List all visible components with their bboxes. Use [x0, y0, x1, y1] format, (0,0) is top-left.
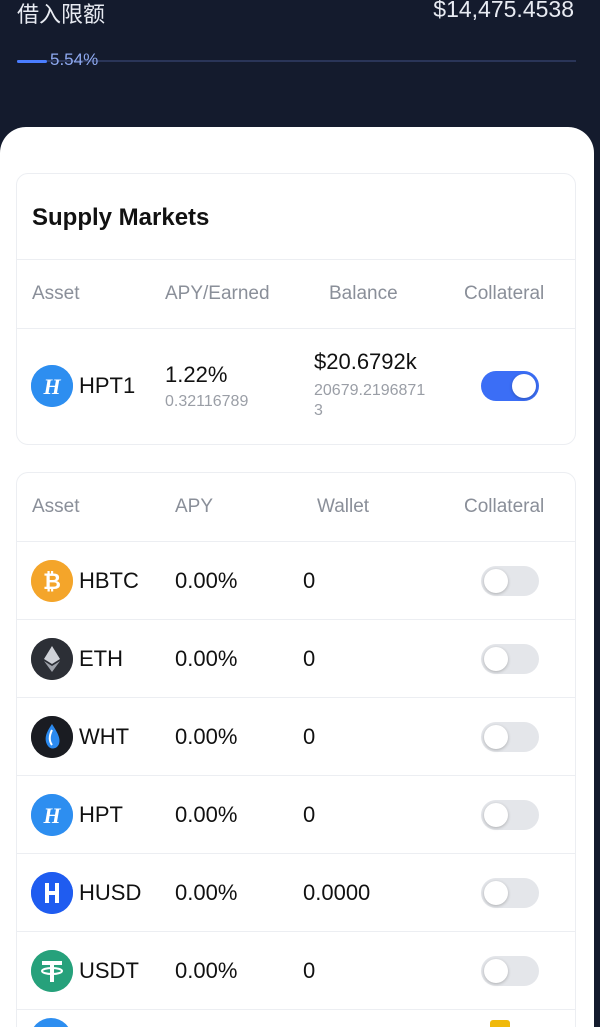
hpt-logo-icon: H	[31, 365, 73, 407]
all-markets-card: Asset APY Wallet Collateral ₿ HBTC 0.00%…	[16, 472, 576, 1027]
header-apy-earned: APY/Earned	[165, 283, 270, 304]
toggle-knob	[484, 569, 508, 593]
collateral-toggle[interactable]	[481, 644, 539, 674]
header-collateral: Collateral	[464, 283, 545, 304]
asset-symbol: WHT	[79, 724, 130, 749]
eth-logo-icon	[31, 638, 73, 680]
supply-earned: 0.32116789	[165, 393, 249, 410]
asset-wallet: 0.0000	[303, 880, 371, 905]
header-apy: APY	[175, 496, 214, 517]
supply-markets-title: Supply Markets	[17, 174, 575, 260]
wht-logo-icon	[31, 716, 73, 758]
collateral-toggle[interactable]	[481, 800, 539, 830]
asset-symbol: USDT	[79, 958, 139, 983]
toggle-knob	[484, 647, 508, 671]
collateral-toggle[interactable]	[481, 566, 539, 596]
borrow-limit-progress-fill	[17, 59, 47, 63]
market-row-hpt[interactable]: H HPT 0.00% 0	[17, 776, 575, 854]
asset-apy: 0.00%	[175, 646, 238, 671]
asset-apy: 0.00%	[175, 802, 238, 827]
husd-logo-icon	[31, 872, 73, 914]
asset-wallet: 0	[303, 646, 316, 671]
collateral-toggle[interactable]	[481, 956, 539, 986]
asset-symbol: HUSD	[79, 880, 142, 905]
next-row-peek	[0, 1008, 560, 1027]
svg-text:H: H	[42, 374, 61, 399]
supply-row-hpt1[interactable]: H HPT1 1.22% 0.32116789 $20.6792k 20679.…	[17, 329, 575, 444]
collateral-toggle[interactable]	[481, 371, 539, 401]
header-asset: Asset	[32, 283, 80, 304]
market-row-usdt[interactable]: USDT 0.00% 0	[17, 932, 575, 1010]
toggle-knob	[512, 374, 536, 398]
asset-apy: 0.00%	[175, 958, 238, 983]
asset-wallet: 0	[303, 724, 316, 749]
asset-symbol: HBTC	[79, 568, 139, 593]
borrow-limit-progress-track	[17, 60, 576, 62]
svg-text:H: H	[42, 803, 61, 828]
header-collateral: Collateral	[464, 496, 545, 517]
asset-symbol: HPT	[79, 802, 123, 827]
borrow-limit-value: $14,475.4538	[433, 0, 574, 22]
supply-apy: 1.22%	[165, 362, 228, 387]
market-row-hbtc[interactable]: ₿ HBTC 0.00% 0	[17, 542, 575, 620]
toggle-knob	[484, 725, 508, 749]
header-balance: Balance	[329, 283, 398, 304]
supply-balance-raw: 20679.2196871 3	[314, 382, 426, 419]
borrow-limit-label: 借入限额	[17, 2, 106, 27]
hbtc-logo-icon: ₿	[31, 560, 73, 602]
market-row-wht[interactable]: WHT 0.00% 0	[17, 698, 575, 776]
supply-markets-card: Supply Markets Asset APY/Earned Balance …	[16, 173, 576, 445]
header-wallet: Wallet	[317, 496, 370, 517]
hpt-logo-icon: H	[31, 794, 73, 836]
next-coin-icon	[30, 1018, 72, 1027]
usdt-logo-icon	[31, 950, 73, 992]
header-asset: Asset	[32, 496, 80, 517]
asset-symbol: ETH	[79, 646, 123, 671]
borrow-limit-percent: 5.54%	[50, 50, 99, 69]
asset-apy: 0.00%	[175, 724, 238, 749]
next-badge-icon	[490, 1020, 510, 1027]
all-markets-header: Asset APY Wallet Collateral	[17, 473, 575, 542]
asset-symbol: HPT1	[79, 373, 136, 398]
market-row-husd[interactable]: HUSD 0.00% 0.0000	[17, 854, 575, 932]
toggle-knob	[484, 959, 508, 983]
supply-balance: $20.6792k	[314, 349, 417, 374]
supply-markets-header: Asset APY/Earned Balance Collateral	[17, 260, 575, 329]
toggle-knob	[484, 803, 508, 827]
asset-apy: 0.00%	[175, 880, 238, 905]
asset-wallet: 0	[303, 802, 316, 827]
asset-wallet: 0	[303, 958, 316, 983]
svg-text:₿: ₿	[43, 570, 61, 595]
asset-apy: 0.00%	[175, 568, 238, 593]
toggle-knob	[484, 881, 508, 905]
collateral-toggle[interactable]	[481, 722, 539, 752]
collateral-toggle[interactable]	[481, 878, 539, 908]
asset-wallet: 0	[303, 568, 316, 593]
market-row-eth[interactable]: ETH 0.00% 0	[17, 620, 575, 698]
